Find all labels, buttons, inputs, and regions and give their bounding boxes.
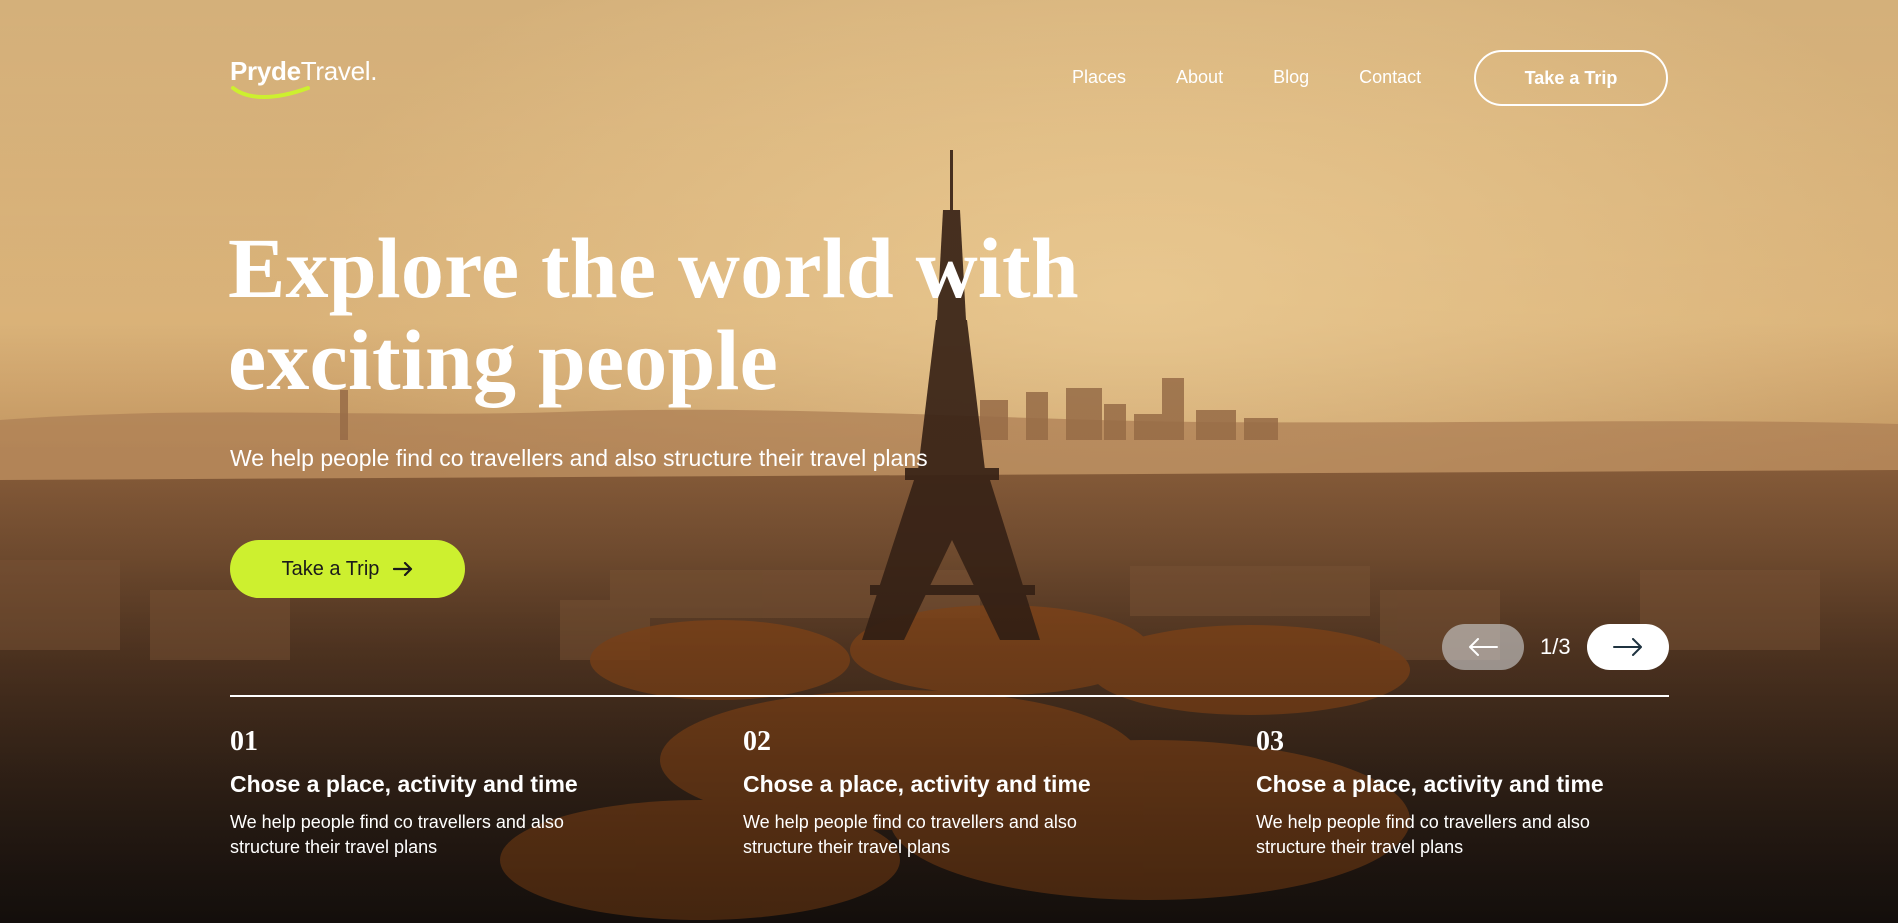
nav-item-places[interactable]: Places [1072,66,1126,88]
logo[interactable]: PrydeTravel. [230,56,377,86]
step-number: 02 [743,726,771,757]
logo-brand-secondary: Travel. [300,56,378,86]
main-nav: Places About Blog Contact [1072,66,1471,88]
step-description: We help people find co travellers and al… [743,812,1077,857]
slide-counter: 1/3 [1540,634,1571,659]
hero-take-trip-label: Take a Trip [281,557,380,580]
step-description: We help people find co travellers and al… [230,812,564,857]
slider-prev-button[interactable] [1442,624,1524,670]
nav-item-contact[interactable]: Contact [1359,66,1421,88]
arrow-left-icon [1469,638,1498,656]
hero-take-trip-button[interactable]: Take a Trip [230,540,465,598]
slider-next-button[interactable] [1587,624,1669,670]
step-card: 01 Chose a place, activity and time We h… [230,726,650,860]
hero-headline-line-1: Explore the world with [228,220,1079,316]
step-number: 03 [1256,726,1284,757]
nav-item-about[interactable]: About [1176,66,1223,88]
step-number: 01 [230,726,258,757]
step-title: Chose a place, activity and time [1256,771,1604,797]
step-card: 02 Chose a place, activity and time We h… [743,726,1163,860]
arrow-right-icon [1613,638,1642,656]
arrow-right-icon [393,562,413,576]
header-take-trip-label: Take a Trip [1524,67,1618,88]
logo-brand-primary: Pryde [230,56,301,86]
step-card: 03 Chose a place, activity and time We h… [1256,726,1676,860]
hero-subheadline: We help people find co travellers and al… [230,445,928,471]
nav-item-blog[interactable]: Blog [1273,66,1309,88]
section-divider [230,695,1669,697]
step-description: We help people find co travellers and al… [1256,812,1590,857]
logo-swoosh-icon [231,86,310,99]
hero-headline: Explore the world with exciting people [228,222,1188,406]
hero-headline-line-2: exciting people [228,312,778,408]
step-title: Chose a place, activity and time [230,771,578,797]
step-title: Chose a place, activity and time [743,771,1091,797]
header-take-trip-button[interactable]: Take a Trip [1474,50,1668,106]
